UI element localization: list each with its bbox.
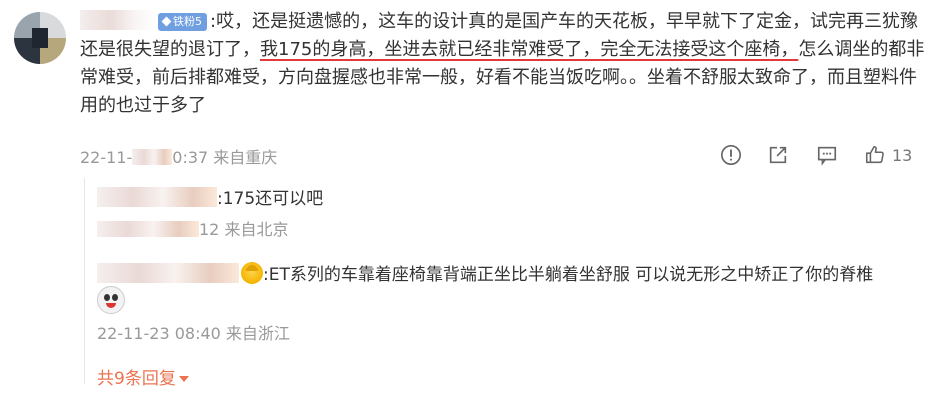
reply-meta: 12 来自北京: [97, 216, 288, 240]
share-button[interactable]: [767, 142, 789, 168]
report-button[interactable]: [720, 142, 742, 168]
avatar[interactable]: [14, 12, 66, 64]
reply-item: :175还可以吧: [97, 184, 323, 209]
replies-section: :175还可以吧 12 来自北京 :ET系列的车靠着座椅靠背端正坐比半躺着坐舒服…: [84, 178, 935, 389]
more-replies-link[interactable]: 共9条回复: [97, 364, 189, 389]
like-icon: [865, 145, 884, 164]
comment-button[interactable]: [816, 142, 838, 168]
reply-username[interactable]: [97, 187, 217, 207]
fan-badge: 铁粉5: [158, 12, 207, 31]
like-count: 13: [892, 145, 913, 165]
comment-meta: 22-11- 0:37 来自重庆: [80, 148, 278, 167]
username[interactable]: [80, 10, 156, 30]
comment-icon: [817, 146, 837, 166]
share-icon: [769, 146, 787, 164]
reply-item: :ET系列的车靠着座椅靠背端正坐比半躺着坐舒服 可以说无形之中矫正了你的脊椎: [97, 260, 873, 285]
report-icon: [721, 145, 741, 165]
main-comment-text: 铁粉5:哎，还是挺遗憾的，这车的设计真的是国产车的天花板，早早就下了定金，试完再…: [80, 10, 925, 116]
chevron-down-icon: [178, 376, 189, 382]
underlined-text: 我175的身高，坐进去就已经非常难受了，完全无法接受这个座椅，: [260, 39, 799, 60]
like-button[interactable]: 13: [864, 142, 912, 168]
laughing-face-sticker-icon: [97, 286, 125, 314]
crown-emoji-icon: [241, 262, 263, 284]
reply-username[interactable]: [97, 263, 239, 283]
diamond-icon: [161, 16, 172, 27]
reply-meta: 22-11-23 08:40 来自浙江: [97, 324, 290, 343]
